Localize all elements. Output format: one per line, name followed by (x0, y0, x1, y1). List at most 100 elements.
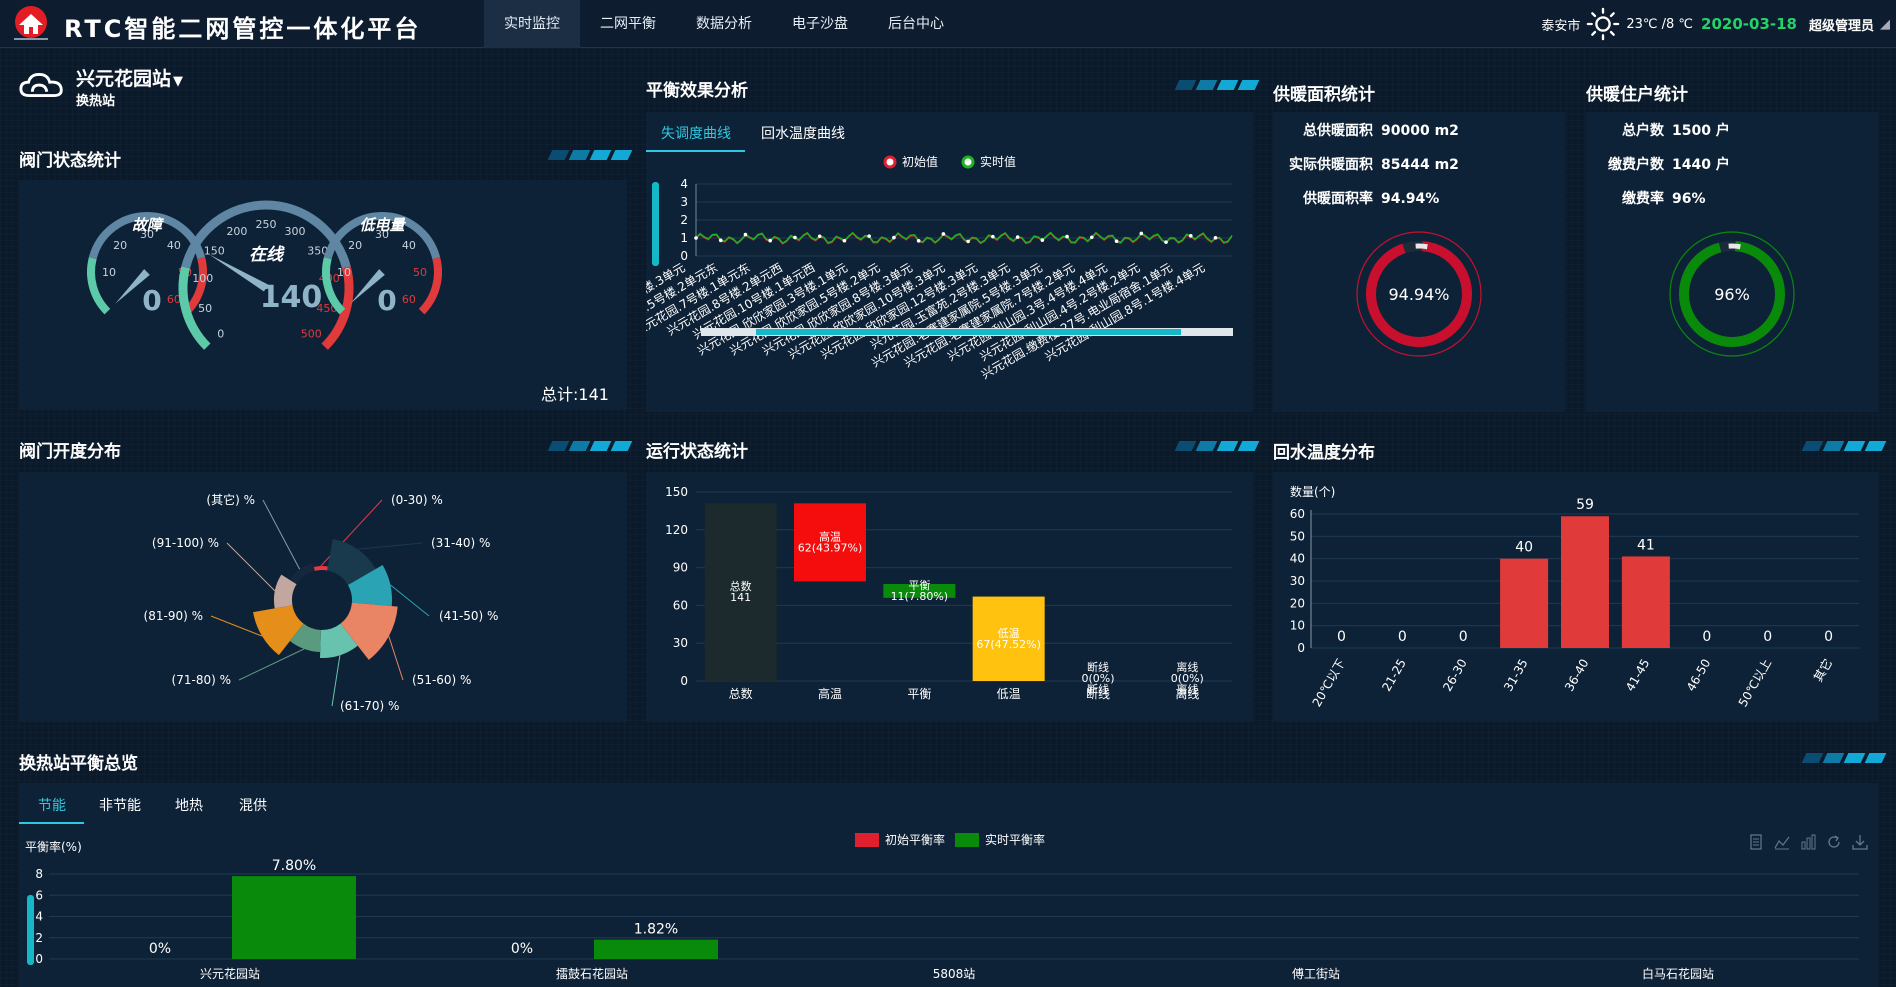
series-point (966, 239, 970, 244)
user-menu-icon[interactable]: ◢ (1880, 17, 1890, 32)
nav-backend-center[interactable]: 后台中心 (868, 0, 964, 48)
stat-payment-rate: 缴费率 96% (1622, 191, 1706, 207)
gauge-tick-label: 300 (285, 225, 306, 238)
series-point (1188, 234, 1193, 238)
x-category-label: 26-30 (1440, 657, 1470, 694)
stat-total-households: 总户数 1500 户 (1622, 123, 1730, 139)
station-selector[interactable]: 兴元花园站 ▼ (76, 64, 183, 91)
legend-initial-marker (883, 155, 897, 169)
cloud-station-icon (19, 73, 63, 98)
nav-data-analysis[interactable]: 数据分析 (676, 0, 772, 48)
imbalance-line-chart: 初始值 实时值43210兴元花园.3号楼.3单元兴元花园.5号楼.2单元东兴元花园… (646, 154, 1233, 382)
y-tick-label: 10 (1290, 619, 1305, 633)
station-balance-bar-chart: 平衡率(%) 初始平衡率 实时平衡率 8 6 4 2 0 0% 7.80% 兴元花园站 0% 1.82%… (25, 832, 1859, 981)
y-axis-label: 平衡率(%) (25, 839, 82, 854)
y-tick-label: 60 (1290, 507, 1305, 521)
temp-bar-value: 0 (1763, 629, 1772, 645)
valve-status-gauges: 102030405060故障00501001502002503003504004… (87, 200, 442, 350)
series-point (1164, 240, 1168, 244)
y-tick-label: 3 (680, 195, 688, 209)
rose-label-line (357, 542, 423, 550)
balance-bar-value: 0% (511, 941, 533, 957)
legend-realtime-marker (961, 155, 975, 169)
nav-secondary-balance[interactable]: 二网平衡 (580, 0, 676, 48)
panel-decoration (547, 150, 633, 160)
y-tick-label: 0 (1297, 641, 1305, 655)
panel-decoration (1174, 441, 1260, 451)
gauge-tick-label: 40 (402, 239, 416, 252)
temp-bar (1621, 556, 1670, 648)
city-name: 泰安市 (1541, 18, 1581, 34)
series-point (768, 238, 773, 243)
top-status: 泰安市 23℃ /8 ℃ 2020-03-18 超级管理员 ◢ (1541, 0, 1890, 48)
series-point (991, 234, 995, 239)
y-tick-label: 60 (673, 598, 688, 612)
y-tick-label: 1 (680, 231, 688, 245)
ring-label: 96% (1714, 285, 1750, 304)
legend-realtime-marker (955, 833, 979, 847)
tab-mixed-supply[interactable]: 混供 (239, 795, 267, 815)
station-dropdown-icon[interactable]: ▼ (173, 74, 183, 89)
stat-paid-households: 缴费户数 1440 户 (1608, 157, 1730, 173)
balance-bar (594, 939, 718, 959)
tab-imbalance-curve[interactable]: 失调度曲线 (661, 123, 731, 143)
heating-households-title: 供暖住户统计 (1586, 85, 1688, 105)
stat-area-rate: 供暖面积率 94.94% (1303, 191, 1440, 207)
legend-initial-marker (855, 833, 879, 847)
gauge-tick-label: 250 (256, 218, 277, 231)
x-category-label: 低温 (997, 687, 1021, 701)
gauge-tick-label: 150 (204, 244, 225, 257)
gauge-label: 低电量 (359, 216, 406, 234)
series-point (743, 232, 748, 237)
heating-area-ring: 94.94% (1356, 231, 1482, 357)
series-point (817, 234, 822, 239)
series-point (1090, 235, 1094, 240)
valve-opening-title: 阀门开度分布 (19, 442, 121, 462)
panel-decoration (1801, 753, 1887, 763)
rose-label: (61-70) % (340, 699, 399, 713)
y-tick-label: 4 (680, 177, 688, 191)
visual-map-bar (652, 182, 659, 266)
tab-non-energy-saving[interactable]: 非节能 (99, 795, 141, 815)
balance-bar-value: 7.80% (272, 858, 316, 874)
run-status-title: 运行状态统计 (646, 442, 748, 462)
series-point (1040, 238, 1045, 242)
rose-label: (81-90) % (144, 609, 203, 623)
x-category-label: 5808站 (933, 967, 976, 981)
y-tick-label: 50 (1290, 529, 1305, 543)
temp-bar-value: 0 (1459, 629, 1468, 645)
rose-label: (其它) % (206, 492, 255, 507)
nav-electronic-sandbox[interactable]: 电子沙盘 (772, 0, 868, 48)
series-point (1015, 235, 1020, 239)
rose-label: (31-40) % (431, 536, 490, 550)
y-tick-label: 4 (35, 910, 43, 924)
gauge-tick-label: 500 (301, 327, 322, 340)
balance-bar (232, 876, 356, 959)
top-bar: RTC智能二网管控一体化平台 实时监控 二网平衡 数据分析 电子沙盘 后台中心 … (0, 0, 1896, 48)
user-name[interactable]: 超级管理员 (1809, 15, 1874, 34)
tab-energy-saving[interactable]: 节能 (38, 795, 66, 815)
x-category-label: 41-45 (1623, 657, 1653, 694)
rose-label-line (388, 636, 404, 681)
x-category-label: 20℃以下 (1310, 657, 1348, 710)
series-point (916, 239, 921, 243)
tab-return-temp-curve[interactable]: 回水温度曲线 (761, 123, 845, 143)
series-point (1114, 239, 1119, 243)
temp-bar-value: 0 (1702, 629, 1711, 645)
gauge-tick-label: 20 (113, 239, 127, 252)
temp-bar (1500, 558, 1549, 648)
station-type: 换热站 (76, 94, 116, 109)
balance-analysis-title: 平衡效果分析 (646, 81, 748, 101)
sun-weather-icon (1587, 7, 1620, 41)
panel-decoration (1801, 441, 1887, 451)
y-tick-label: 8 (35, 867, 43, 881)
tab-geothermal[interactable]: 地热 (175, 795, 203, 815)
y-tick-label: 2 (35, 931, 43, 945)
waterfall-bar-label: 11(7.80%) (891, 590, 949, 603)
nav-realtime-monitor[interactable]: 实时监控 (484, 0, 580, 48)
rose-label-line (210, 615, 263, 637)
rose-label-line (238, 648, 305, 681)
balance-bar-value: 1.82% (634, 922, 678, 938)
station-balance-title: 换热站平衡总览 (19, 754, 138, 774)
x-category-label: 46-50 (1684, 657, 1714, 694)
